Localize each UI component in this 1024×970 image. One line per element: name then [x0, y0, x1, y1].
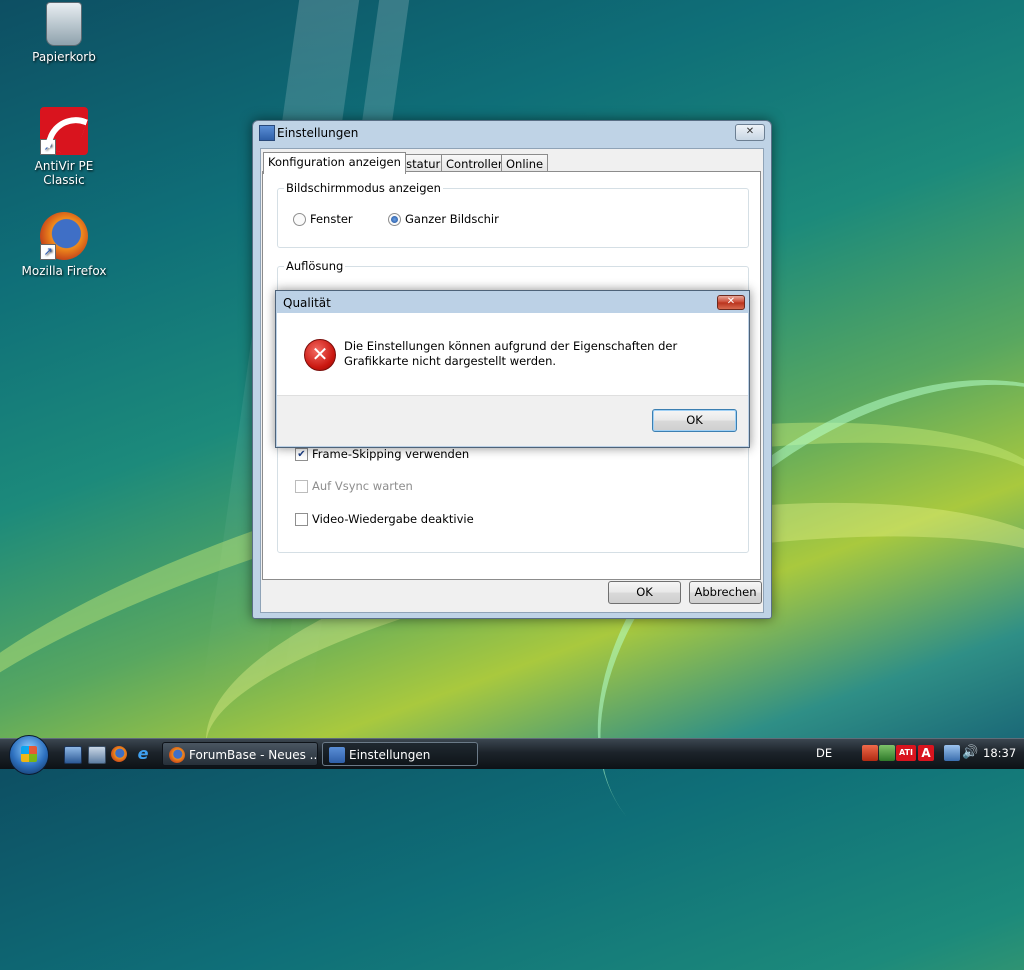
desktop-icon-antivir[interactable]: ↗ AntiVir PE Classic — [14, 107, 114, 187]
taskbar-button-forumbase[interactable]: ForumBase - Neues ... — [162, 742, 318, 766]
error-icon: ✕ — [304, 339, 336, 371]
checkbox-label: Auf Vsync warten — [312, 479, 413, 493]
group-label: Auflösung — [284, 259, 346, 273]
avira-icon: ↗ — [40, 107, 88, 155]
desktop-icon-firefox[interactable]: ↗ Mozilla Firefox — [14, 212, 114, 278]
volume-tray-icon[interactable]: 🔊 — [962, 745, 978, 761]
network-tray-icon[interactable] — [879, 745, 895, 761]
checkbox-box — [295, 512, 308, 526]
checkbox-label: Video-Wiedergabe deaktivie — [312, 512, 474, 526]
desktop-icon-label: AntiVir PE Classic — [34, 159, 94, 187]
display-mode-group: Bildschirmmodus anzeigen Fenster Ganzer … — [277, 181, 749, 248]
show-desktop-icon[interactable] — [64, 746, 82, 764]
dialog-ok-button[interactable]: OK — [652, 409, 737, 432]
radio-ganzer-bildschirm[interactable]: Ganzer Bildschir — [388, 212, 499, 226]
group-label: Bildschirmmodus anzeigen — [284, 181, 443, 195]
clock[interactable]: 18:37 — [983, 746, 1016, 760]
dialog-message: Die Einstellungen können aufgrund der Ei… — [344, 339, 678, 368]
radio-fenster[interactable]: Fenster — [293, 212, 353, 226]
radio-label: Fenster — [310, 212, 353, 226]
settings-app-icon — [329, 747, 345, 763]
radio-circle — [293, 212, 306, 226]
checkbox-label: Frame-Skipping verwenden — [312, 447, 470, 461]
switch-windows-icon[interactable] — [88, 746, 106, 764]
taskbar-button-label: Einstellungen — [349, 748, 431, 762]
checkbox-box — [295, 479, 308, 493]
checkbox-frame-skipping[interactable]: ✔ Frame-Skipping verwenden — [295, 447, 469, 461]
ok-button[interactable]: OK — [608, 581, 681, 604]
radio-label: Ganzer Bildschir — [405, 212, 499, 226]
desktop-icon-recycle-bin[interactable]: Papierkorb — [14, 2, 114, 64]
dialog-footer: OK — [277, 395, 748, 446]
taskbar: e ForumBase - Neues ... Einstellungen DE… — [0, 735, 1024, 775]
desktop-icon-label: Mozilla Firefox — [21, 264, 107, 278]
cancel-button[interactable]: Abbrechen — [689, 581, 762, 604]
recycle-bin-icon — [46, 2, 82, 46]
taskbar-button-label: ForumBase - Neues ... — [189, 748, 318, 762]
window-close-button[interactable]: ✕ — [735, 124, 765, 141]
quality-error-dialog: Qualität ✕ ✕ Die Einstellungen können au… — [275, 290, 750, 448]
checkbox-vsync[interactable]: Auf Vsync warten — [295, 479, 413, 493]
language-indicator[interactable]: DE — [816, 746, 832, 760]
desktop-icon-label: Papierkorb — [32, 50, 96, 64]
checkbox-box: ✔ — [295, 447, 308, 461]
ati-tray-icon[interactable]: ATI — [896, 745, 916, 761]
taskbar-button-einstellungen[interactable]: Einstellungen — [322, 742, 478, 766]
tab-konfiguration[interactable]: Konfiguration anzeigen — [263, 152, 406, 174]
dialog-close-button[interactable]: ✕ — [717, 295, 745, 310]
firefox-icon: ↗ — [40, 212, 88, 260]
avira-tray-icon[interactable]: A — [918, 745, 934, 761]
settings-app-icon — [259, 125, 275, 141]
dialog-body: ✕ Die Einstellungen können aufgrund der … — [277, 313, 748, 446]
firefox-icon[interactable] — [111, 746, 127, 762]
internet-explorer-icon[interactable]: e — [135, 746, 151, 762]
start-button[interactable] — [9, 735, 49, 775]
firefox-icon — [169, 747, 185, 763]
radio-circle — [388, 212, 401, 226]
window-title: Einstellungen — [277, 126, 359, 140]
dialog-title: Qualität — [283, 296, 331, 310]
shortcut-arrow-icon: ↗ — [40, 139, 56, 155]
checkbox-video-playback[interactable]: Video-Wiedergabe deaktivie — [295, 512, 474, 526]
network-connection-tray-icon[interactable] — [944, 745, 960, 761]
shortcut-arrow-icon: ↗ — [40, 244, 56, 260]
speaker-muted-tray-icon[interactable] — [862, 745, 878, 761]
